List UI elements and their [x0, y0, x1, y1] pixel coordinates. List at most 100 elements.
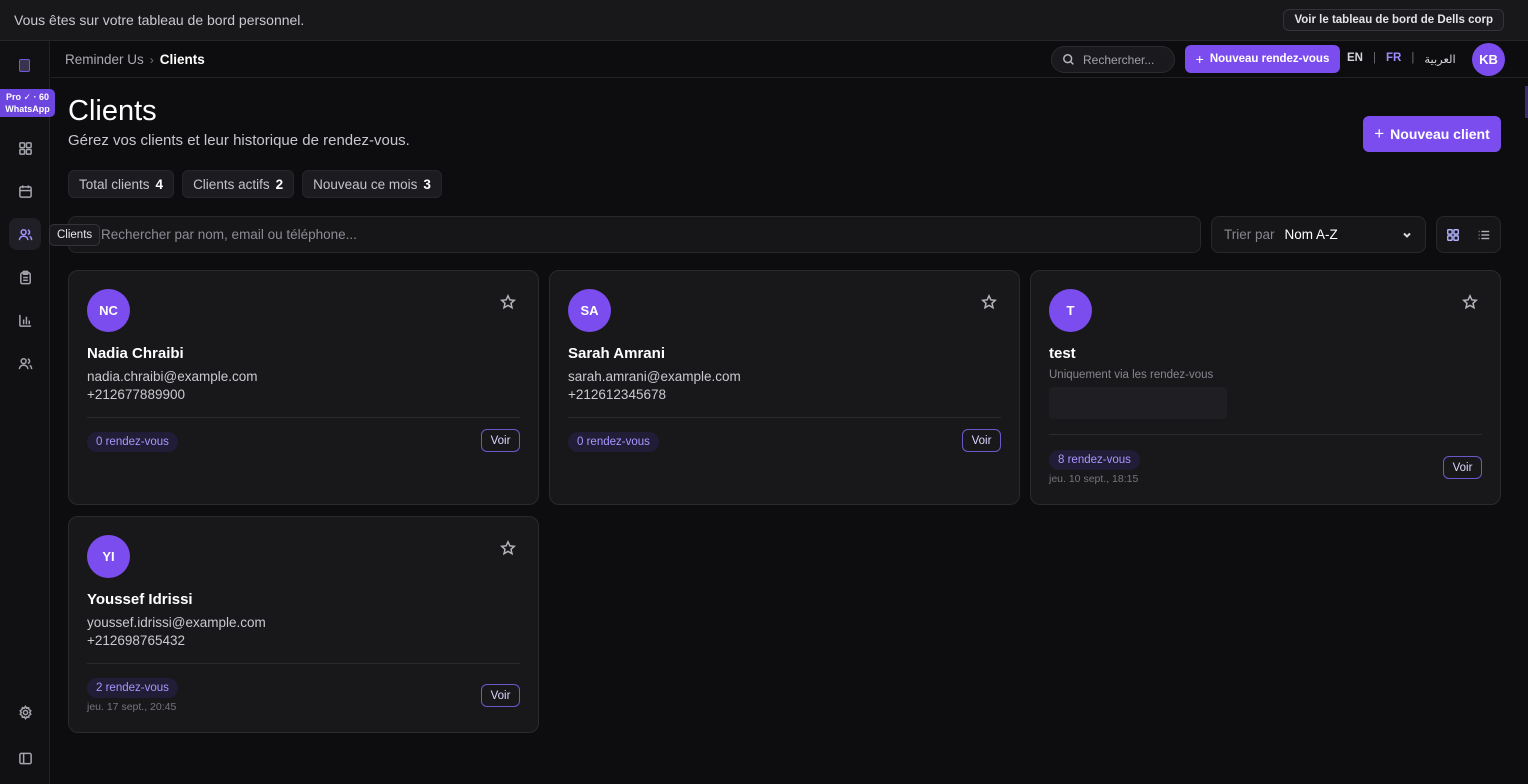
sort-label: Trier par	[1224, 227, 1275, 242]
sidebar	[0, 41, 50, 784]
last-appointment-date: jeu. 17 sept., 20:45	[87, 701, 177, 713]
stat-value: 3	[423, 176, 431, 192]
client-name: Nadia Chraibi	[87, 345, 184, 362]
sidebar-item-collapse[interactable]	[9, 742, 41, 774]
new-client-label: Nouveau client	[1390, 126, 1490, 142]
header-search-input[interactable]	[1083, 52, 1163, 67]
appointments-badge: 2 rendez-vous	[87, 678, 178, 698]
stat-label: Clients actifs	[193, 176, 270, 192]
user-avatar[interactable]: KB	[1472, 43, 1505, 76]
star-icon	[499, 540, 517, 556]
client-card[interactable]: T test Uniquement via les rendez-vous 8 …	[1030, 270, 1501, 505]
stat-label: Nouveau ce mois	[313, 176, 418, 192]
star-icon	[980, 294, 998, 310]
stat-value: 4	[155, 176, 164, 192]
lang-en[interactable]: EN	[1347, 52, 1363, 66]
sidebar-item-team[interactable]	[9, 347, 41, 379]
appointments-badge: 0 rendez-vous	[568, 432, 659, 452]
page-subtitle: Gérez vos clients et leur historique de …	[68, 132, 410, 149]
breadcrumb: Reminder Us › Clients	[65, 52, 205, 67]
star-icon	[499, 294, 517, 310]
client-name: Youssef Idrissi	[87, 591, 193, 608]
view-client-button[interactable]: Voir	[481, 684, 520, 707]
sidebar-item-calendar[interactable]	[9, 175, 41, 207]
lang-separator: |	[1411, 52, 1415, 64]
stats-row: Total clients 4 Clients actifs 2 Nouveau…	[68, 170, 442, 198]
pro-badge-line2: WhatsApp	[5, 104, 50, 114]
sidebar-item-tasks[interactable]	[9, 261, 41, 293]
breadcrumb-root[interactable]: Reminder Us	[65, 52, 144, 67]
stat-value: 2	[275, 176, 284, 192]
client-name: test	[1049, 345, 1076, 362]
users-icon	[18, 228, 32, 240]
client-card[interactable]: YI Youssef Idrissi youssef.idrissi@examp…	[68, 516, 539, 733]
top-header: Reminder Us › Clients + Nouveau rendez-v…	[51, 41, 1528, 78]
gear-icon	[18, 704, 32, 720]
lang-ar[interactable]: العربية	[1424, 52, 1455, 66]
client-avatar: YI	[87, 535, 130, 578]
client-contact-placeholder	[1049, 387, 1227, 419]
grid-view-icon	[1446, 228, 1459, 241]
sidebar-toggle-icon	[18, 752, 32, 764]
client-search[interactable]	[68, 216, 1201, 253]
client-search-input[interactable]	[101, 227, 1101, 242]
view-client-button[interactable]: Voir	[481, 429, 520, 452]
sidebar-item-dashboard[interactable]	[9, 132, 41, 164]
new-client-button[interactable]: + Nouveau client	[1363, 116, 1501, 152]
lang-separator: |	[1372, 52, 1376, 64]
client-name: Sarah Amrani	[568, 345, 665, 362]
team-icon	[18, 357, 32, 369]
sort-select[interactable]: Trier par Nom A-Z	[1211, 216, 1426, 253]
client-email: youssef.idrissi@example.com	[87, 615, 266, 630]
card-divider	[87, 663, 520, 664]
pro-badge-line1: Pro ✓ · 60	[5, 92, 50, 102]
plus-icon: +	[1374, 124, 1385, 143]
stat-label: Total clients	[79, 176, 150, 192]
list-view-icon	[1479, 230, 1490, 239]
client-avatar: T	[1049, 289, 1092, 332]
stat-active-clients: Clients actifs 2	[182, 170, 295, 198]
grid-icon	[18, 141, 32, 155]
appointments-badge: 8 rendez-vous	[1049, 450, 1140, 470]
sort-value: Nom A-Z	[1284, 227, 1338, 242]
breadcrumb-separator: ›	[149, 52, 154, 67]
workspace-banner: Vous êtes sur votre tableau de bord pers…	[0, 0, 1528, 41]
client-avatar: SA	[568, 289, 611, 332]
favorite-button[interactable]	[499, 294, 517, 310]
chevron-down-icon	[1403, 232, 1411, 238]
card-divider	[1049, 434, 1482, 435]
client-phone: +212677889900	[87, 387, 185, 402]
client-note: Uniquement via les rendez-vous	[1049, 369, 1214, 381]
calendar-icon	[18, 184, 32, 198]
language-switcher: EN | FR | العربية	[1347, 52, 1456, 66]
favorite-button[interactable]	[1461, 294, 1479, 310]
pro-plan-badge[interactable]: Pro ✓ · 60 WhatsApp	[0, 89, 55, 117]
last-appointment-date: jeu. 10 sept., 18:15	[1049, 473, 1139, 485]
sidebar-item-settings[interactable]	[9, 696, 41, 728]
client-phone: +212612345678	[568, 387, 666, 402]
lang-fr[interactable]: FR	[1386, 52, 1401, 66]
new-appointment-button[interactable]: + Nouveau rendez-vous	[1185, 45, 1340, 73]
favorite-button[interactable]	[980, 294, 998, 310]
page-title: Clients	[68, 95, 157, 127]
view-client-button[interactable]: Voir	[1443, 456, 1482, 479]
banner-message: Vous êtes sur votre tableau de bord pers…	[14, 12, 305, 28]
sidebar-item-clients[interactable]	[9, 218, 41, 250]
sidebar-item-stats[interactable]	[9, 304, 41, 336]
favorite-button[interactable]	[499, 540, 517, 556]
client-card[interactable]: SA Sarah Amrani sarah.amrani@example.com…	[549, 270, 1020, 505]
app-logo-icon[interactable]	[19, 59, 30, 72]
header-search[interactable]	[1051, 46, 1175, 73]
client-avatar: NC	[87, 289, 130, 332]
client-phone: +212698765432	[87, 633, 185, 648]
appointments-badge: 0 rendez-vous	[87, 432, 178, 452]
view-client-button[interactable]: Voir	[962, 429, 1001, 452]
list-view-button[interactable]	[1469, 217, 1501, 252]
grid-view-button[interactable]	[1437, 217, 1469, 252]
client-card[interactable]: NC Nadia Chraibi nadia.chraibi@example.c…	[68, 270, 539, 505]
stat-new-this-month: Nouveau ce mois 3	[302, 170, 442, 198]
card-divider	[568, 417, 1001, 418]
view-corp-dashboard-button[interactable]: Voir le tableau de bord de Dells corp	[1283, 9, 1504, 31]
clipboard-icon	[19, 270, 31, 284]
view-toggle	[1436, 216, 1501, 253]
